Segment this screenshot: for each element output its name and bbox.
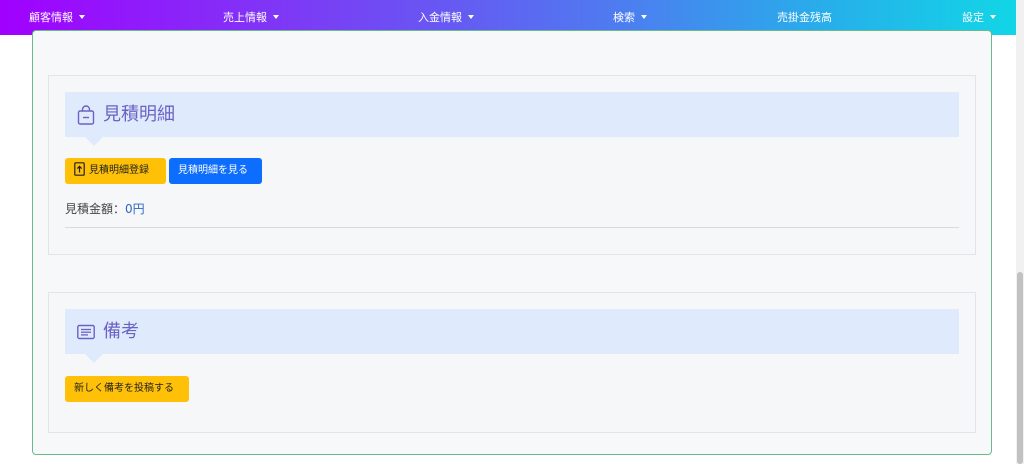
new-note-label: 新しく備考を投稿する: [74, 383, 174, 394]
scrollbar-thumb[interactable]: [1017, 272, 1023, 464]
view-estimate-button[interactable]: 見積明細を見る: [169, 158, 262, 184]
register-estimate-button[interactable]: 見積明細登録: [65, 158, 166, 184]
estimate-panel-header: 見積明細: [65, 92, 959, 146]
nav-customer-info-label: 顧客情報: [29, 11, 73, 24]
estimate-amount-value: 0円: [125, 202, 145, 216]
nav-sales-info-label: 売上情報: [223, 11, 267, 24]
caret-down-icon: [990, 15, 996, 19]
notes-panel-header: 備考: [65, 309, 959, 363]
caret-down-icon: [468, 15, 474, 19]
estimate-amount: 見積金額：0円: [65, 200, 145, 217]
header-pointer: [85, 354, 103, 363]
register-estimate-label: 見積明細登録: [89, 165, 149, 176]
divider: [65, 227, 959, 228]
nav-receivables-balance-label: 売掛金残高: [777, 11, 832, 24]
card-text-icon: [77, 324, 95, 340]
new-note-button[interactable]: 新しく備考を投稿する: [65, 376, 189, 402]
caret-down-icon: [273, 15, 279, 19]
notes-panel-title: 備考: [103, 321, 139, 342]
view-estimate-label: 見積明細を見る: [178, 165, 248, 176]
notes-panel: 備考 新しく備考を投稿する: [48, 292, 976, 433]
nav-payment-info-label: 入金情報: [418, 11, 462, 24]
upload-file-icon: [74, 162, 85, 176]
caret-down-icon: [641, 15, 647, 19]
nav-search-label: 検索: [613, 11, 635, 24]
caret-down-icon: [79, 15, 85, 19]
estimate-panel-title: 見積明細: [103, 104, 175, 125]
header-pointer: [85, 137, 103, 146]
shopping-bag-icon: [77, 105, 95, 125]
page-scrollbar[interactable]: [1016, 0, 1024, 464]
estimate-amount-label: 見積金額：: [65, 202, 126, 216]
nav-settings-label: 設定: [962, 11, 984, 24]
estimate-panel: 見積明細 見積明細登録 見積明細を見る 見積金額：0円: [48, 75, 976, 255]
